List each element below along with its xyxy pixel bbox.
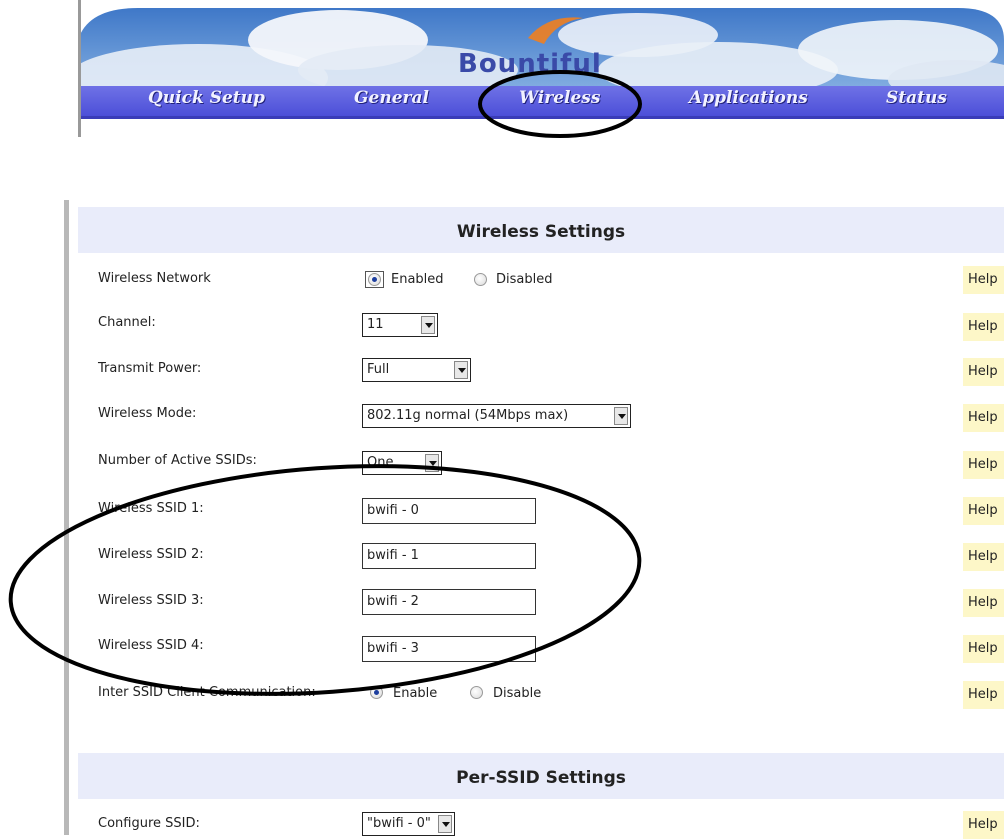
label-ssid-4: Wireless SSID 4: — [98, 638, 204, 653]
wireless-mode-value: 802.11g normal (54Mbps max) — [367, 408, 569, 423]
banner-bottom — [78, 119, 1004, 137]
help-ssid-2[interactable]: Help — [963, 543, 1004, 571]
chevron-down-icon — [454, 361, 468, 379]
radio-wireless-disabled[interactable] — [474, 273, 487, 286]
chevron-down-icon — [614, 407, 628, 425]
radio-label-disabled: Disabled — [496, 272, 553, 287]
channel-value: 11 — [367, 317, 384, 332]
radio-label-disable: Disable — [493, 686, 542, 701]
label-wireless-mode: Wireless Mode: — [98, 406, 197, 421]
transmit-power-select[interactable]: Full — [362, 358, 471, 382]
chevron-down-icon — [421, 316, 435, 334]
label-configure-ssid: Configure SSID: — [98, 816, 200, 831]
radio-label-enable: Enable — [393, 686, 438, 701]
label-ssid-3: Wireless SSID 3: — [98, 593, 204, 608]
label-ssid-2: Wireless SSID 2: — [98, 547, 204, 562]
section-title-wireless-settings: Wireless Settings — [78, 207, 1004, 253]
help-channel[interactable]: Help — [963, 313, 1004, 341]
wireless-mode-select[interactable]: 802.11g normal (54Mbps max) — [362, 404, 631, 428]
ssid-3-input[interactable]: bwifi - 2 — [362, 589, 536, 615]
nav-quick-setup[interactable]: Quick Setup — [148, 88, 265, 108]
chevron-down-icon — [438, 815, 452, 833]
ssid-2-input[interactable]: bwifi - 1 — [362, 543, 536, 569]
active-ssids-value: One — [367, 455, 394, 470]
radio-wireless-enabled[interactable] — [368, 273, 381, 286]
label-inter-ssid: Inter SSID Client Communication: — [98, 685, 316, 700]
label-transmit-power: Transmit Power: — [98, 361, 202, 376]
help-ssid-3[interactable]: Help — [963, 589, 1004, 617]
ssid-4-input[interactable]: bwifi - 3 — [362, 636, 536, 662]
nav-applications[interactable]: Applications — [689, 88, 808, 108]
ssid-1-input[interactable]: bwifi - 0 — [362, 498, 536, 524]
active-ssids-select[interactable]: One — [362, 451, 442, 475]
header-banner: Bountiful Quick Setup General Wireless A… — [78, 0, 1004, 137]
content-left-rule — [64, 200, 69, 835]
bountiful-logo: Bountiful — [458, 49, 602, 79]
label-active-ssids: Number of Active SSIDs: — [98, 453, 257, 468]
help-active-ssids[interactable]: Help — [963, 451, 1004, 479]
configure-ssid-value: "bwifi - 0" — [367, 816, 431, 831]
banner-left-edge — [78, 0, 81, 137]
nav-status[interactable]: Status — [886, 88, 947, 108]
label-ssid-1: Wireless SSID 1: — [98, 501, 204, 516]
help-inter-ssid[interactable]: Help — [963, 681, 1004, 709]
section-title-per-ssid-settings: Per-SSID Settings — [78, 753, 1004, 799]
radio-label-enabled: Enabled — [391, 272, 444, 287]
configure-ssid-select[interactable]: "bwifi - 0" — [362, 812, 455, 836]
help-wireless-mode[interactable]: Help — [963, 404, 1004, 432]
label-wireless-network: Wireless Network — [98, 271, 211, 286]
radio-inter-ssid-enable[interactable] — [370, 686, 383, 699]
help-ssid-1[interactable]: Help — [963, 497, 1004, 525]
help-wireless-network[interactable]: Help — [963, 266, 1004, 294]
nav-general[interactable]: General — [354, 88, 429, 108]
transmit-power-value: Full — [367, 362, 390, 377]
chevron-down-icon — [425, 454, 439, 472]
label-channel: Channel: — [98, 315, 156, 330]
channel-select[interactable]: 11 — [362, 313, 438, 337]
nav-wireless[interactable]: Wireless — [519, 88, 600, 108]
help-ssid-4[interactable]: Help — [963, 635, 1004, 663]
radio-inter-ssid-disable[interactable] — [470, 686, 483, 699]
annotation-ellipse-ssid-fields — [8, 464, 642, 696]
help-transmit-power[interactable]: Help — [963, 358, 1004, 386]
